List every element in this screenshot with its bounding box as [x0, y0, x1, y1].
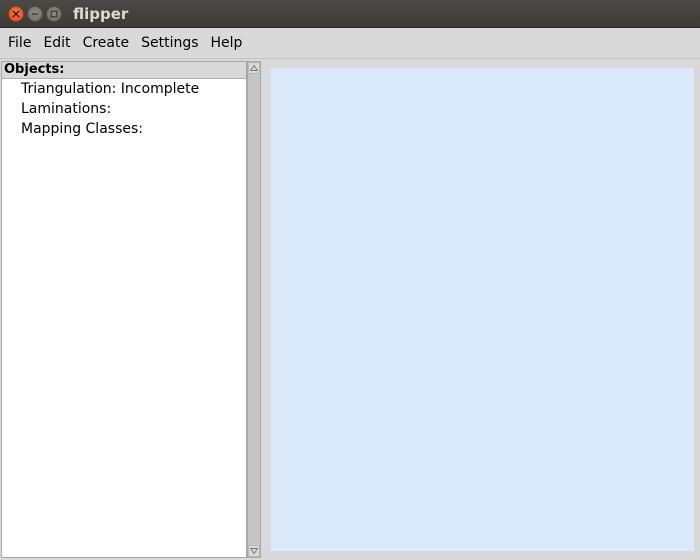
- tree-header-objects[interactable]: Objects:: [2, 62, 246, 79]
- close-icon[interactable]: [8, 6, 24, 22]
- drawing-canvas[interactable]: [271, 68, 694, 551]
- canvas-frame: [262, 61, 699, 558]
- menu-file[interactable]: File: [2, 32, 37, 54]
- menu-create[interactable]: Create: [77, 32, 136, 54]
- minimize-icon[interactable]: [27, 6, 43, 22]
- tree-scrollbar[interactable]: [247, 61, 261, 558]
- tree-item-mapping-classes[interactable]: Mapping Classes:: [2, 119, 246, 139]
- window-title: flipper: [73, 5, 129, 23]
- app-window: flipper File Edit Create Settings Help O…: [0, 0, 700, 560]
- title-bar[interactable]: flipper: [0, 0, 700, 28]
- scroll-down-icon[interactable]: [248, 545, 260, 557]
- scroll-up-icon[interactable]: [248, 62, 260, 74]
- menu-bar: File Edit Create Settings Help: [0, 28, 700, 59]
- tree-item-triangulation[interactable]: Triangulation: Incomplete: [2, 79, 246, 99]
- menu-settings[interactable]: Settings: [135, 32, 204, 54]
- tree-item-laminations[interactable]: Laminations:: [2, 99, 246, 119]
- maximize-icon[interactable]: [46, 6, 62, 22]
- menu-help[interactable]: Help: [205, 32, 249, 54]
- objects-tree[interactable]: Objects: Triangulation: Incomplete Lamin…: [1, 61, 247, 558]
- menu-edit[interactable]: Edit: [37, 32, 76, 54]
